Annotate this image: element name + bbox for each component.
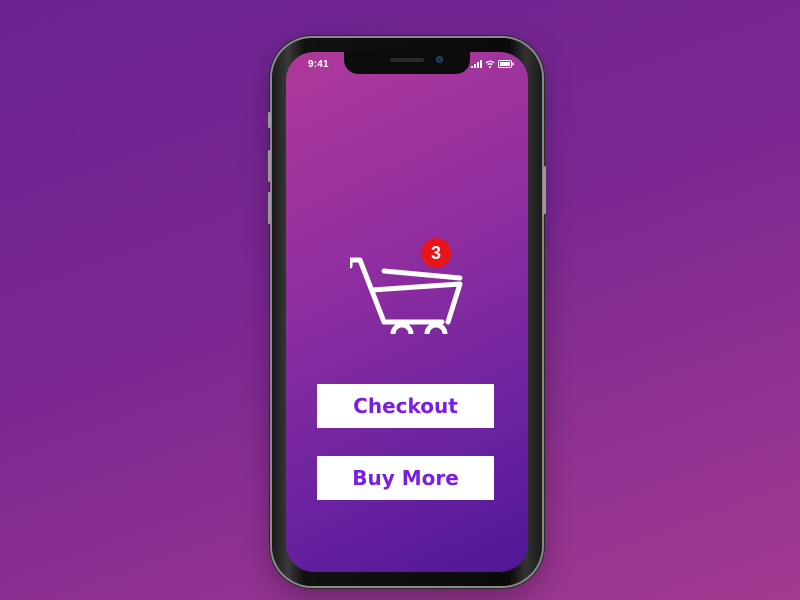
status-icons bbox=[471, 60, 514, 68]
wifi-icon bbox=[485, 60, 495, 68]
mute-switch bbox=[268, 112, 271, 128]
front-camera bbox=[436, 56, 443, 63]
speaker-grille bbox=[390, 58, 424, 62]
battery-icon bbox=[498, 60, 514, 68]
volume-up-button bbox=[268, 150, 271, 182]
cart-count-badge: 3 bbox=[421, 238, 451, 268]
power-button bbox=[543, 166, 546, 214]
cart-area[interactable]: 3 bbox=[350, 238, 470, 334]
status-time: 9:41 bbox=[308, 59, 329, 70]
checkout-button[interactable]: Checkout bbox=[317, 384, 494, 428]
signal-icon bbox=[471, 60, 482, 68]
phone-frame: 9:41 3 Checkout Buy More bbox=[268, 38, 546, 586]
notch bbox=[344, 52, 470, 74]
volume-down-button bbox=[268, 192, 271, 224]
shopping-cart-icon bbox=[350, 257, 463, 334]
app-screen: 9:41 3 Checkout Buy More bbox=[286, 52, 528, 572]
buy-more-button[interactable]: Buy More bbox=[317, 456, 494, 500]
